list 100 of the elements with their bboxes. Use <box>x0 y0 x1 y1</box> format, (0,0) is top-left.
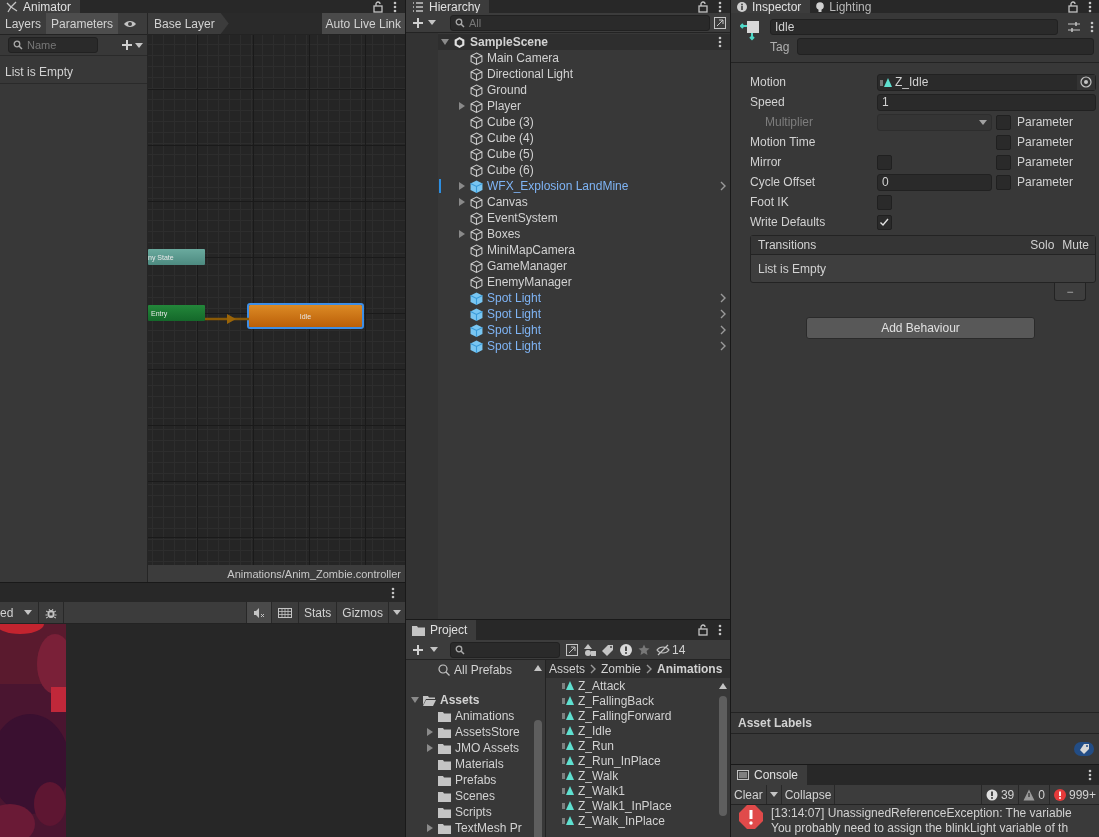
expand-arrow-icon[interactable] <box>458 102 466 110</box>
animation-file[interactable]: Z_Walk <box>578 768 619 783</box>
plus-icon[interactable] <box>412 643 424 656</box>
hierarchy-item[interactable]: Cube (4) <box>487 131 534 145</box>
hierarchy-item[interactable]: WFX_Explosion LandMine <box>487 179 629 193</box>
remove-button[interactable]: − <box>1054 283 1086 301</box>
bug-icon[interactable] <box>45 606 57 619</box>
gizmos-button[interactable]: Gizmos <box>337 602 388 623</box>
hierarchy-item[interactable]: Ground <box>487 83 528 97</box>
hierarchy-item[interactable]: Canvas <box>487 195 528 209</box>
checkbox[interactable] <box>996 174 1011 190</box>
hierarchy-item[interactable]: Spot Light <box>487 307 542 321</box>
panel-tab[interactable]: Hierarchy <box>406 0 490 13</box>
animation-file[interactable]: Z_Walk_InPlace <box>578 813 665 828</box>
expand-arrow-icon[interactable] <box>458 182 466 190</box>
more-icon[interactable] <box>391 586 395 599</box>
object-field[interactable]: Z_Idle <box>877 73 1096 91</box>
star-icon[interactable] <box>638 643 650 656</box>
caret-icon[interactable] <box>393 610 401 615</box>
expand-arrow-icon[interactable] <box>458 230 466 238</box>
parameters-tab[interactable]: Parameters <box>46 13 119 34</box>
animation-file[interactable]: Z_Run <box>578 738 615 753</box>
panel-tab[interactable]: Project <box>406 620 477 640</box>
add-behaviour-button[interactable]: Add Behaviour <box>806 317 1035 339</box>
animation-file[interactable]: Z_Walk1_InPlace <box>578 798 672 813</box>
animation-file[interactable]: Z_Attack <box>578 678 626 693</box>
hierarchy-item[interactable]: Cube (6) <box>487 163 534 177</box>
hierarchy-item[interactable]: Boxes <box>487 227 521 241</box>
error-count-toggle[interactable]: 999+ <box>1049 785 1099 804</box>
mute-audio-icon[interactable] <box>252 606 265 619</box>
scrollbar[interactable] <box>534 720 542 837</box>
panel-tab[interactable]: Inspector <box>731 0 811 13</box>
caret-icon[interactable] <box>430 647 438 652</box>
number-field[interactable]: 1 <box>877 93 1096 111</box>
number-field[interactable]: 0 <box>877 173 992 191</box>
scroll-up-icon[interactable] <box>534 665 542 671</box>
more-icon[interactable] <box>1088 769 1092 781</box>
warning-circle-icon[interactable] <box>620 643 632 656</box>
checkbox[interactable] <box>996 154 1011 170</box>
animation-file[interactable]: Z_Run_InPlace <box>578 753 661 768</box>
expand-arrow-icon[interactable] <box>411 696 419 704</box>
folder-item[interactable]: Assets <box>440 693 480 707</box>
panel-tab[interactable]: Console <box>731 765 808 785</box>
folder-item[interactable]: JMO Assets <box>455 741 519 755</box>
folder-item[interactable]: Scenes <box>455 789 496 803</box>
more-icon[interactable] <box>1090 21 1094 33</box>
animation-file[interactable]: Z_FallingForward <box>578 708 672 723</box>
console-message-line[interactable]: You probably need to assign the blinkLight variable of th <box>771 821 1072 836</box>
tag-icon[interactable] <box>602 643 614 656</box>
expand-window-icon[interactable] <box>714 16 726 29</box>
panel-tab[interactable]: Lighting <box>810 0 881 13</box>
more-icon[interactable] <box>1088 0 1092 13</box>
lock-icon[interactable] <box>698 624 708 636</box>
folder-item[interactable]: Materials <box>455 757 504 771</box>
auto-live-link-button[interactable]: Auto Live Link <box>321 13 405 34</box>
expand-arrow-icon[interactable] <box>426 728 434 736</box>
state-name-field[interactable]: Idle <box>770 19 1058 35</box>
folder-item[interactable]: AssetsStore <box>455 725 520 739</box>
folder-item[interactable]: Animations <box>455 709 515 723</box>
lock-icon[interactable] <box>698 0 708 13</box>
hierarchy-item[interactable]: Cube (3) <box>487 115 534 129</box>
console-message-line[interactable]: [13:14:07] UnassignedReferenceException: The variable <box>771 806 1072 821</box>
hierarchy-item[interactable]: Spot Light <box>487 339 542 353</box>
plus-icon[interactable] <box>412 16 424 29</box>
keyboard-icon[interactable] <box>277 606 292 619</box>
sliders-icon[interactable] <box>1068 21 1080 33</box>
checkbox[interactable] <box>877 154 892 170</box>
breadcrumb-item[interactable]: Zombie <box>601 662 642 676</box>
collapse-button[interactable]: Collapse <box>781 785 835 804</box>
favorites-item[interactable]: All Prefabs <box>454 663 513 677</box>
warning-count-toggle[interactable]: 0 <box>1019 785 1049 804</box>
more-icon[interactable] <box>718 0 722 13</box>
parameters-tab[interactable]: Layers <box>0 13 47 34</box>
hierarchy-item[interactable]: Spot Light <box>487 291 542 305</box>
scrollbar[interactable] <box>719 696 727 816</box>
breadcrumb[interactable]: Base Layer <box>148 13 229 34</box>
lock-icon[interactable] <box>1068 0 1078 13</box>
panel-tab[interactable]: Animator <box>0 0 81 13</box>
display-dropdown[interactable]: ed <box>0 602 38 623</box>
expand-arrow-icon[interactable] <box>426 744 434 752</box>
lock-icon[interactable] <box>373 0 383 13</box>
scroll-up-icon[interactable] <box>719 683 727 689</box>
hidden-eye-icon[interactable] <box>656 643 670 656</box>
expand-arrow-icon[interactable] <box>441 38 449 46</box>
expand-arrow-icon[interactable] <box>426 824 434 832</box>
breadcrumb-item[interactable]: Animations <box>657 662 723 676</box>
folder-item[interactable]: Prefabs <box>455 773 497 787</box>
checkbox[interactable] <box>877 194 892 210</box>
hierarchy-item[interactable]: MiniMapCamera <box>487 243 576 257</box>
checkbox[interactable] <box>877 214 892 230</box>
animation-file[interactable]: Z_FallingBack <box>578 693 655 708</box>
checkbox[interactable] <box>996 134 1011 150</box>
more-icon[interactable] <box>718 624 722 636</box>
animation-file[interactable]: Z_Idle <box>578 723 612 738</box>
plus-icon[interactable] <box>121 39 133 51</box>
more-icon[interactable] <box>393 0 397 13</box>
stats-button[interactable]: Stats <box>298 602 337 623</box>
folder-item[interactable]: TextMesh Pr <box>455 821 522 835</box>
caret-icon[interactable] <box>135 42 143 48</box>
info-count-toggle[interactable]: 39 <box>981 785 1019 804</box>
